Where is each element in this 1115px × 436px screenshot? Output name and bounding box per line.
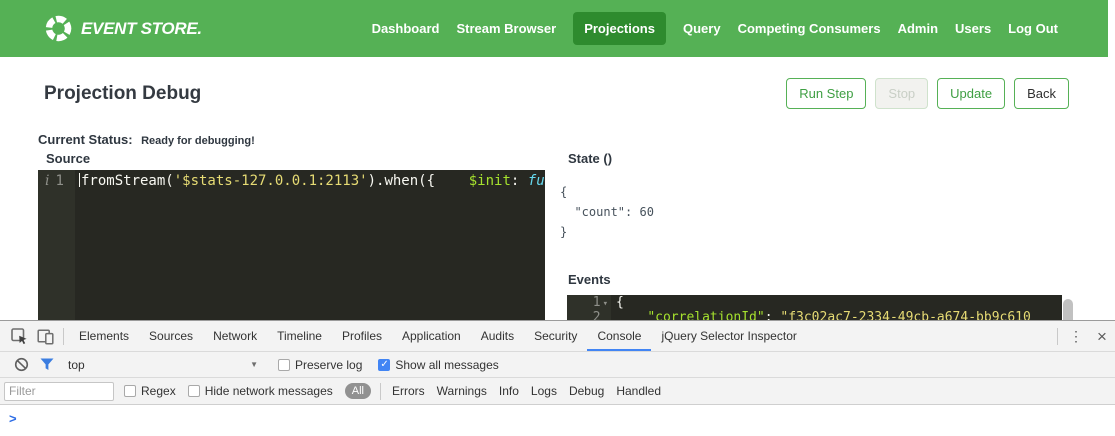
tab-console[interactable]: Console — [587, 321, 651, 351]
close-devtools-icon[interactable]: × — [1089, 323, 1115, 349]
preserve-log-label: Preserve log — [295, 358, 362, 372]
brand-text: EVENT STORE. — [81, 19, 202, 39]
info-annotation-icon: i — [45, 171, 49, 191]
devtools-panel: Elements Sources Network Timeline Profil… — [0, 320, 1115, 436]
filter-level-all[interactable]: All — [345, 383, 371, 399]
regex-checkbox[interactable] — [124, 385, 136, 397]
action-buttons: Run Step Stop Update Back — [786, 78, 1069, 109]
dropdown-arrow-icon: ▼ — [250, 360, 258, 369]
console-filter-row: Regex Hide network messages All Errors W… — [0, 378, 1115, 405]
line-number: 1 — [55, 171, 63, 191]
tab-elements[interactable]: Elements — [69, 321, 139, 351]
overflow-menu-icon[interactable]: ⋮ — [1063, 323, 1089, 349]
eventstore-logo-icon — [45, 15, 72, 42]
filter-level-warnings[interactable]: Warnings — [437, 384, 487, 398]
source-heading: Source — [46, 151, 90, 166]
filter-funnel-icon[interactable] — [34, 352, 60, 378]
events-line2-gutter: 2▾ — [567, 310, 611, 320]
filter-level-info[interactable]: Info — [499, 384, 519, 398]
hide-network-messages-checkbox[interactable] — [188, 385, 200, 397]
text-cursor — [79, 173, 80, 187]
events-code-editor[interactable]: 1▾ { 2▾ "correlationId": "f3c02ac7-2334-… — [567, 295, 1062, 320]
nav-item-projections[interactable]: Projections — [573, 12, 666, 45]
filter-level-logs[interactable]: Logs — [531, 384, 557, 398]
status-value: Ready for debugging! — [141, 135, 255, 147]
tab-audits[interactable]: Audits — [471, 321, 524, 351]
state-heading: State () — [568, 151, 612, 166]
tab-sources[interactable]: Sources — [139, 321, 203, 351]
events-line1-gutter[interactable]: 1▾ — [567, 295, 611, 310]
show-all-messages-label: Show all messages — [395, 358, 498, 372]
filter-level-handled[interactable]: Handled — [616, 384, 661, 398]
current-status: Current Status: Ready for debugging! — [38, 131, 255, 149]
page-scrollbar[interactable] — [1108, 0, 1115, 320]
fold-caret-icon: ▾ — [603, 299, 608, 309]
tab-network[interactable]: Network — [203, 321, 267, 351]
tab-application[interactable]: Application — [392, 321, 471, 351]
execution-context-selector[interactable]: top ▼ — [68, 358, 258, 372]
main-nav: Dashboard Stream Browser Projections Que… — [372, 12, 1058, 45]
nav-item-stream-browser[interactable]: Stream Browser — [456, 12, 556, 45]
filter-level-errors[interactable]: Errors — [392, 384, 425, 398]
stop-button[interactable]: Stop — [875, 78, 928, 109]
update-button[interactable]: Update — [937, 78, 1005, 109]
run-step-button[interactable]: Run Step — [786, 78, 866, 109]
nav-item-admin[interactable]: Admin — [898, 12, 938, 45]
back-button[interactable]: Back — [1014, 78, 1069, 109]
source-code-editor[interactable]: i 1 fromStream('$stats-127.0.0.1:2113').… — [38, 170, 545, 320]
hide-network-messages-label: Hide network messages — [205, 384, 333, 398]
filter-input[interactable] — [4, 382, 114, 401]
inspect-element-icon[interactable] — [6, 323, 32, 349]
state-json: { "count": 60 } — [560, 182, 654, 242]
nav-item-query[interactable]: Query — [683, 12, 721, 45]
filter-level-debug[interactable]: Debug — [569, 384, 604, 398]
console-prompt-icon: > — [9, 412, 17, 425]
toolbar-separator — [63, 328, 64, 345]
status-label: Current Status: — [38, 132, 133, 147]
nav-item-competing-consumers[interactable]: Competing Consumers — [738, 12, 881, 45]
tab-jquery-selector-inspector[interactable]: jQuery Selector Inspector — [651, 321, 806, 351]
console-input-area[interactable]: > — [0, 405, 1115, 436]
console-toolbar: top ▼ Preserve log Show all messages — [0, 352, 1115, 378]
devtools-tabbar: Elements Sources Network Timeline Profil… — [0, 321, 1115, 352]
tab-timeline[interactable]: Timeline — [267, 321, 332, 351]
page-title: Projection Debug — [44, 83, 201, 105]
clear-console-icon[interactable] — [8, 352, 34, 378]
show-all-messages-checkbox[interactable] — [378, 359, 390, 371]
filter-separator — [380, 383, 381, 400]
nav-item-dashboard[interactable]: Dashboard — [372, 12, 440, 45]
events-line2-code: "correlationId": "f3c02ac7-2334-49cb-a67… — [611, 310, 1031, 320]
toolbar-separator — [1057, 328, 1058, 345]
events-line1-code: { — [611, 295, 624, 310]
events-heading: Events — [568, 272, 611, 287]
tab-security[interactable]: Security — [524, 321, 587, 351]
tab-profiles[interactable]: Profiles — [332, 321, 392, 351]
source-editor-gutter: i 1 — [38, 170, 75, 320]
preserve-log-checkbox[interactable] — [278, 359, 290, 371]
device-toolbar-icon[interactable] — [32, 323, 58, 349]
nav-item-log-out[interactable]: Log Out — [1008, 12, 1058, 45]
brand-logo[interactable]: EVENT STORE. — [45, 15, 202, 42]
source-code-line: fromStream('$stats-127.0.0.1:2113').when… — [75, 170, 545, 320]
regex-label: Regex — [141, 384, 176, 398]
context-label: top — [68, 358, 250, 372]
navbar: EVENT STORE. Dashboard Stream Browser Pr… — [0, 0, 1108, 57]
nav-item-users[interactable]: Users — [955, 12, 991, 45]
